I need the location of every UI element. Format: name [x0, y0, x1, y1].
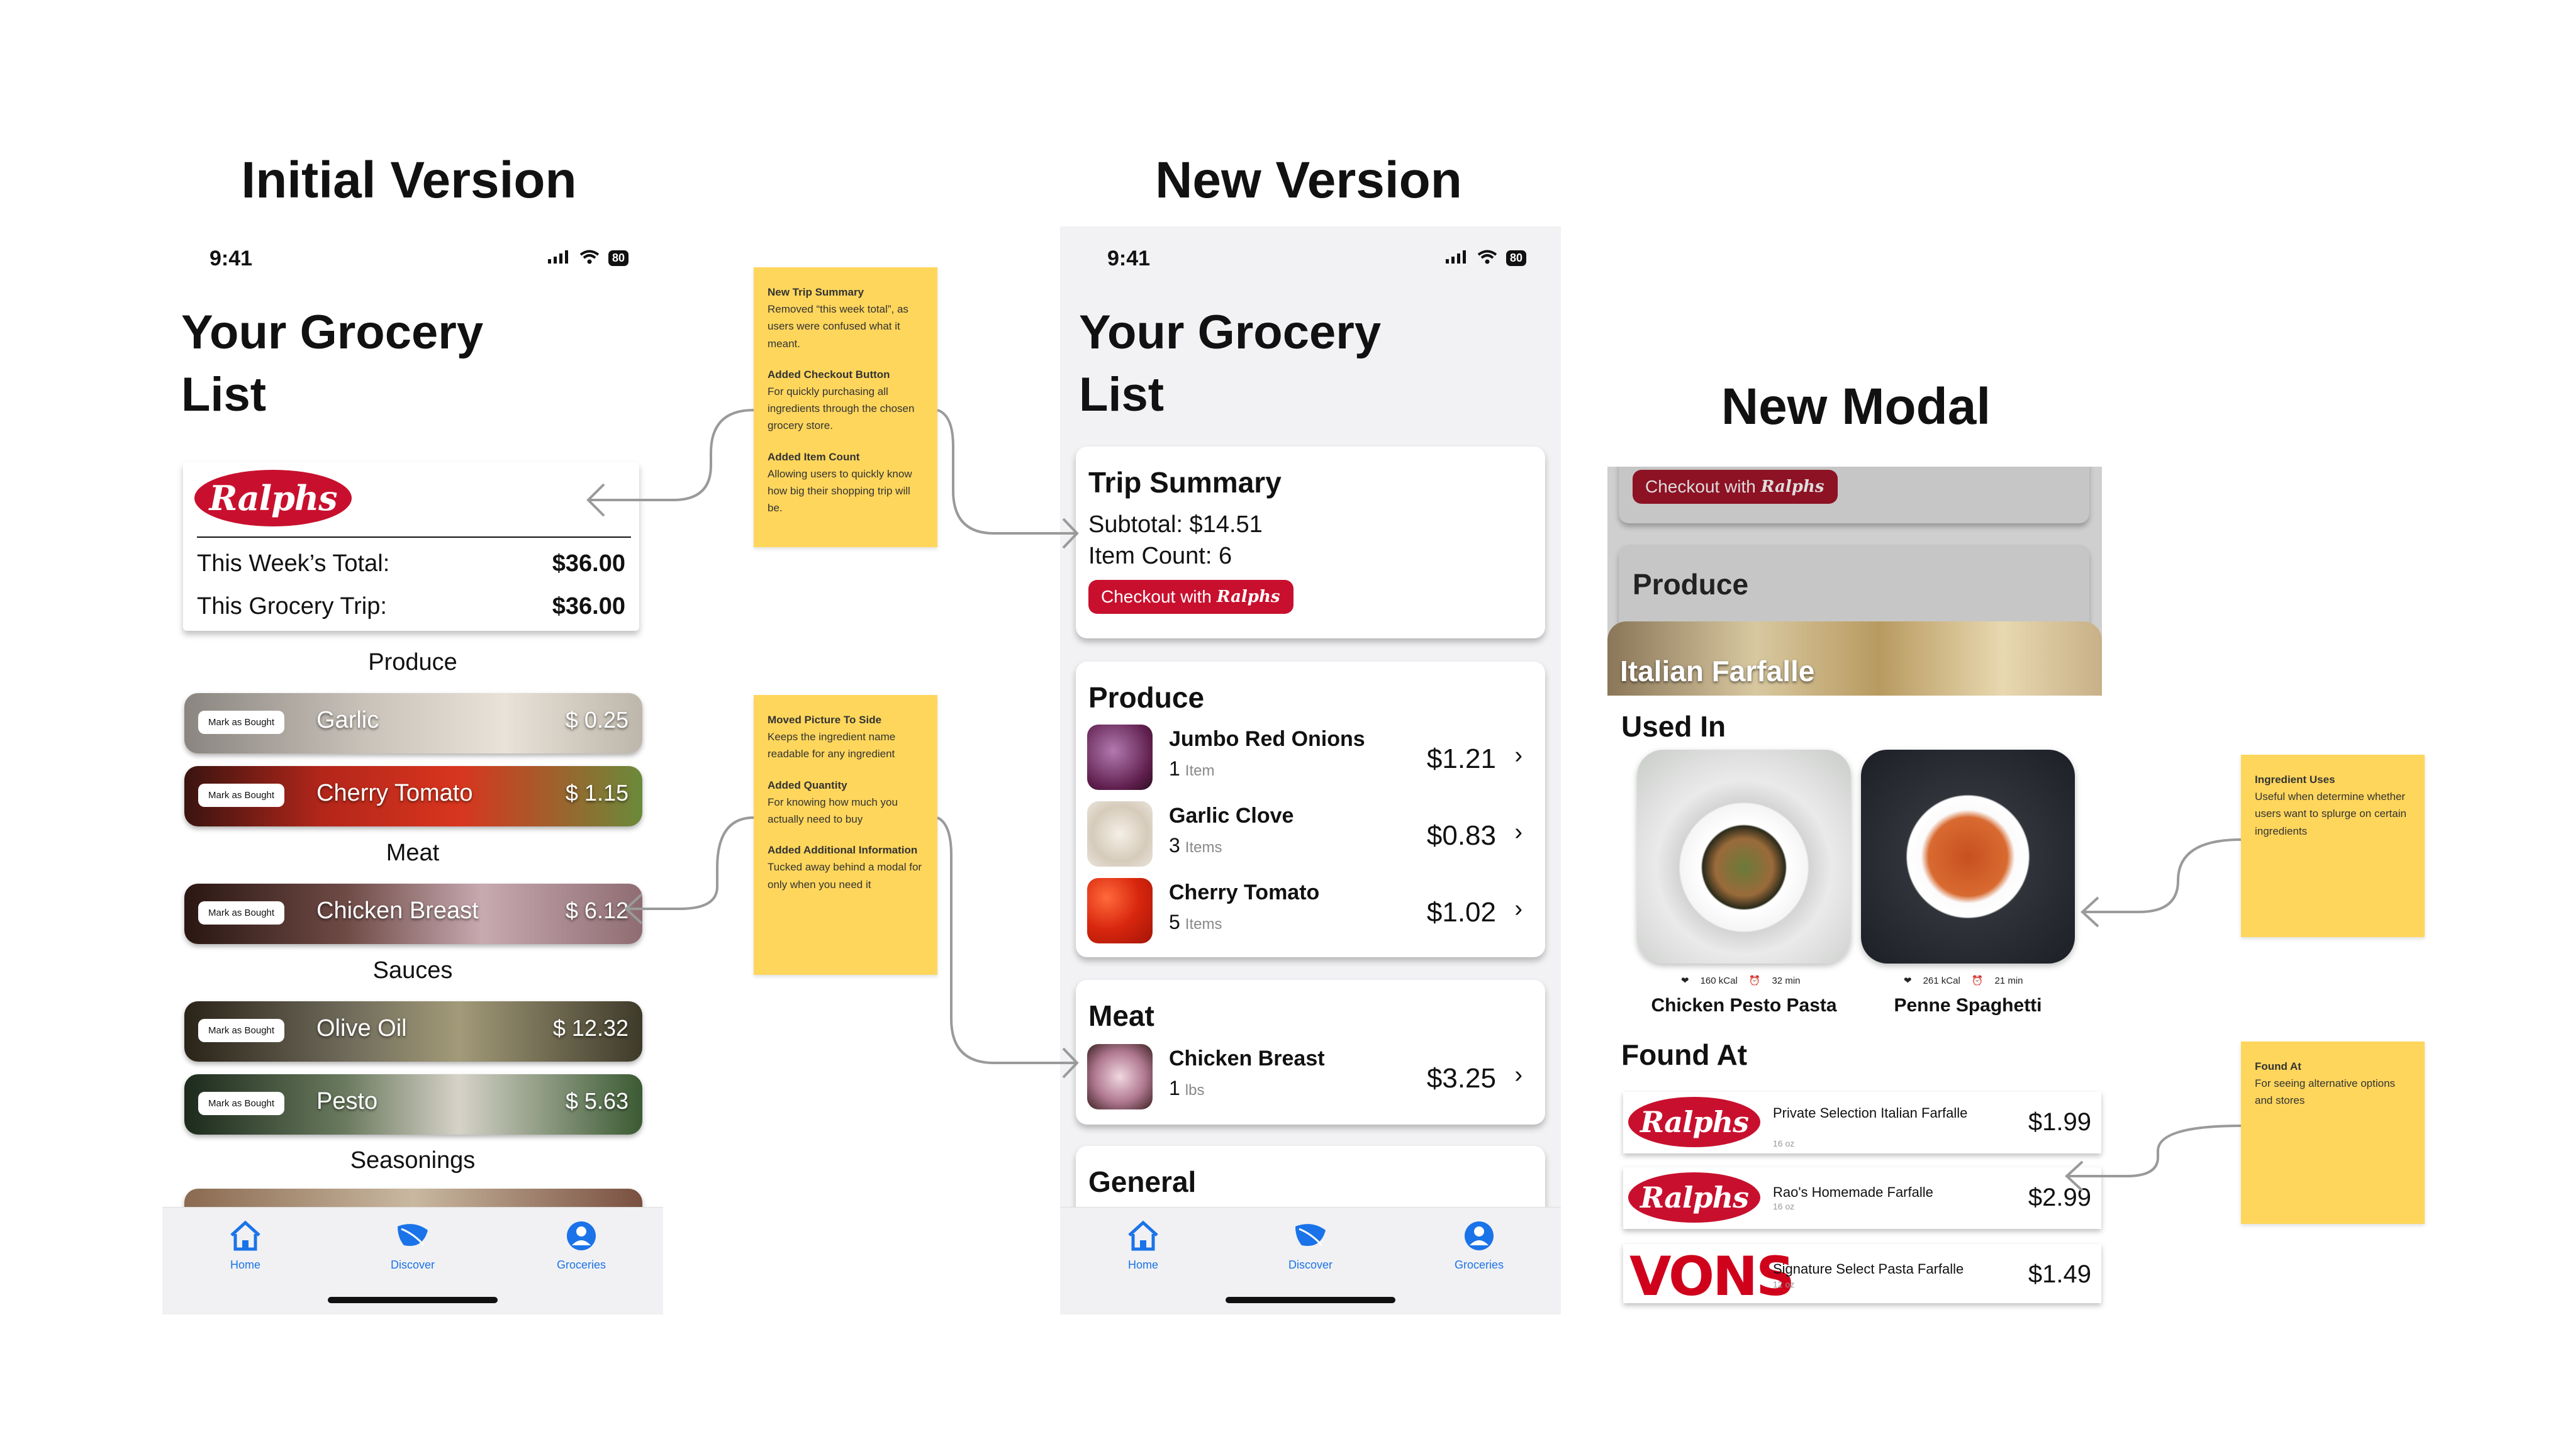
arrow-to-initial-totals [588, 409, 754, 501]
connector-arrows [586, 409, 2242, 1192]
arrow-to-used-in [2082, 838, 2242, 913]
arrow-to-found-at [2067, 1125, 2242, 1177]
arrow-to-initial-chicken [626, 816, 754, 910]
arrow-to-new-chicken [937, 816, 1077, 1064]
arrow-to-trip-summary [937, 409, 1077, 535]
